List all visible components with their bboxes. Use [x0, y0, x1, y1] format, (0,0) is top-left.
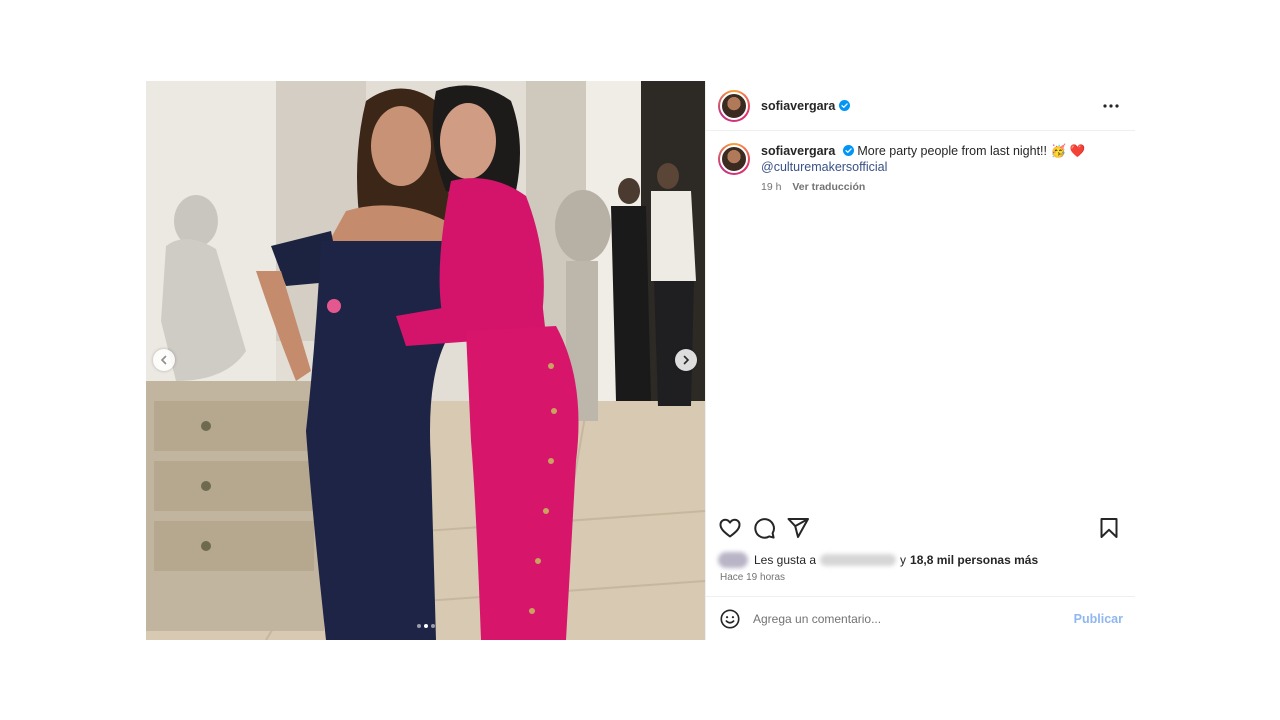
caption-mention-link[interactable]: @culturemakersofficial	[761, 159, 1085, 175]
share-icon[interactable]	[786, 516, 810, 540]
comment-bar: Publicar	[706, 596, 1135, 640]
liker-avatar-blurred	[718, 552, 748, 568]
likes-count[interactable]: 18,8 mil personas más	[910, 553, 1038, 567]
bookmark-icon[interactable]	[1097, 516, 1121, 540]
likes-prefix: Les gusta a	[754, 553, 817, 567]
post-media[interactable]	[146, 81, 705, 640]
likes-connector: y	[900, 553, 907, 567]
verified-badge-icon	[842, 145, 854, 156]
caption-username[interactable]: sofiavergara	[761, 144, 835, 158]
caption-time: 19 h	[761, 181, 782, 193]
liker-name-blurred	[820, 554, 897, 566]
caption-body: sofiavergara More party people from last…	[761, 143, 1085, 195]
comment-input[interactable]	[753, 611, 1053, 626]
caption-text: More party people from last night!! 🥳 ❤️	[857, 144, 1086, 158]
caption-author-avatar[interactable]	[718, 143, 750, 175]
carousel-dot	[416, 624, 421, 628]
likes-summary[interactable]: Les gusta a y 18,8 mil personas más	[718, 551, 1038, 569]
chevron-left-icon	[160, 355, 167, 365]
post-photo	[146, 81, 705, 640]
publish-button[interactable]: Publicar	[1074, 612, 1123, 626]
carousel-prev-button[interactable]	[153, 349, 175, 371]
more-options-button[interactable]	[1101, 96, 1121, 116]
post-container: sofiavergara sofiavergara More party peo…	[146, 81, 1135, 640]
chevron-right-icon	[683, 355, 690, 365]
post-actions	[706, 514, 1135, 544]
translate-button[interactable]: Ver traducción	[792, 181, 865, 193]
post-caption: sofiavergara More party people from last…	[718, 143, 1119, 195]
emoji-icon[interactable]	[719, 608, 741, 630]
carousel-next-button[interactable]	[675, 349, 697, 371]
carousel-dot-active	[423, 624, 428, 628]
verified-badge-icon	[839, 100, 851, 111]
comment-icon[interactable]	[752, 516, 776, 540]
post-timestamp: Hace 19 horas	[720, 572, 786, 583]
author-username[interactable]: sofiavergara	[761, 99, 835, 113]
carousel-indicator	[146, 624, 705, 628]
heart-icon[interactable]	[718, 516, 742, 540]
post-side-panel: sofiavergara sofiavergara More party peo…	[705, 81, 1135, 640]
more-options-icon	[1103, 104, 1119, 108]
author-avatar[interactable]	[718, 89, 750, 122]
caption-meta: 19 h Ver traducción	[761, 179, 1085, 195]
post-header: sofiavergara	[706, 81, 1135, 131]
carousel-dot	[430, 624, 435, 628]
